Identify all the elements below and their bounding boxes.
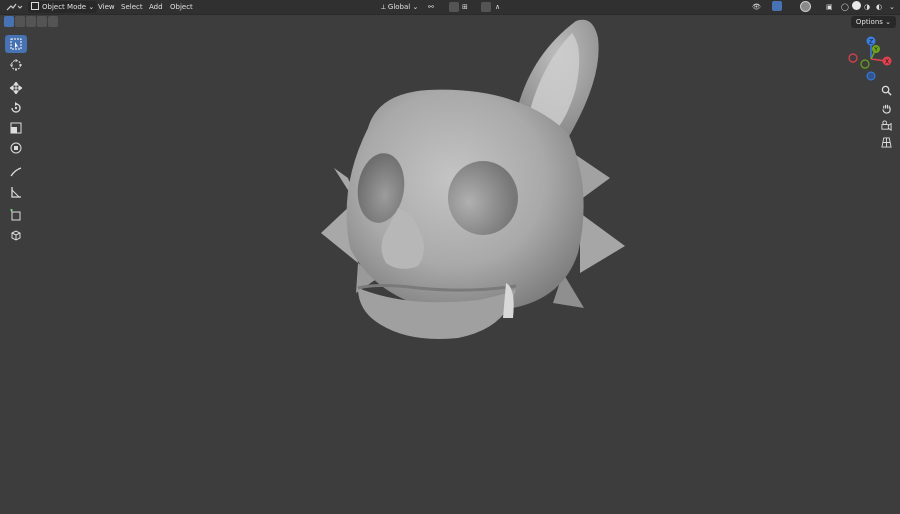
- shading-rendered-button[interactable]: ◐: [876, 1, 882, 13]
- orientation-dropdown[interactable]: ⟂ Global ⌄: [381, 1, 418, 13]
- zoom-icon: [881, 85, 892, 96]
- add-object-icon: [11, 230, 21, 241]
- eye-icon: 👁: [752, 3, 761, 11]
- axis-x-label: X: [885, 59, 889, 66]
- rotate-icon: [11, 102, 21, 113]
- shading-solid-button[interactable]: [852, 1, 861, 13]
- select-box-icon: [10, 38, 22, 50]
- chevron-down-icon: ⌄: [889, 3, 895, 11]
- options-label: Options: [855, 18, 883, 26]
- spike: [580, 213, 625, 273]
- tool-select-box[interactable]: [5, 35, 27, 53]
- link-icon: ⚯: [428, 3, 434, 11]
- shading-material-button[interactable]: ◑: [864, 1, 870, 13]
- zoom-button[interactable]: [877, 82, 895, 98]
- tool-cursor[interactable]: [5, 56, 27, 74]
- overlays-icon: [800, 1, 811, 12]
- add-cube-icon: [10, 209, 21, 221]
- solid-sphere-icon: [852, 1, 861, 10]
- transform-icon: [10, 142, 22, 154]
- tool-annotate[interactable]: [5, 163, 27, 181]
- material-sphere-icon: ◑: [864, 3, 871, 11]
- axis-neg-z-handle[interactable]: [866, 71, 876, 81]
- perspective-grid-icon: [880, 136, 892, 148]
- scale-icon: [10, 122, 22, 134]
- shading-wireframe-button[interactable]: ◯: [841, 1, 849, 13]
- pan-hand-icon: [881, 104, 891, 114]
- select-new-button[interactable]: [4, 16, 14, 27]
- xray-toggle[interactable]: ▣: [826, 1, 833, 13]
- tool-add-cube[interactable]: [5, 206, 27, 224]
- cursor-icon: [10, 59, 22, 71]
- perspective-toggle[interactable]: [877, 134, 895, 150]
- tool-rotate[interactable]: [5, 99, 27, 117]
- visibility-button[interactable]: 👁: [752, 1, 761, 13]
- axis-neg-x-handle[interactable]: [848, 53, 858, 63]
- falloff-icon: ∧: [495, 3, 501, 11]
- navigation-gizmo[interactable]: Z Y X: [846, 35, 896, 83]
- menu-object[interactable]: Object: [170, 1, 193, 13]
- tool-move[interactable]: [5, 79, 27, 97]
- camera-icon: [880, 119, 892, 131]
- select-intersect-button[interactable]: [48, 16, 58, 27]
- grid-icon: ⊞: [462, 3, 468, 11]
- orientation-label: Global: [387, 3, 411, 11]
- axis-y-label: Y: [873, 47, 878, 53]
- options-dropdown[interactable]: Options ⌄: [850, 16, 896, 28]
- overlays-toggle[interactable]: [800, 1, 811, 13]
- wireframe-sphere-icon: ◯: [841, 3, 849, 11]
- mode-dropdown[interactable]: Object Mode ⌄: [28, 1, 98, 13]
- snap-target-button[interactable]: ⊞: [462, 1, 468, 13]
- measure-icon: [11, 187, 21, 198]
- annotate-icon: [10, 167, 22, 177]
- chevron-down-icon: ⌄: [88, 3, 95, 11]
- mask-model[interactable]: [318, 18, 628, 348]
- tool-measure[interactable]: [5, 183, 27, 201]
- pan-button[interactable]: [877, 100, 895, 116]
- tool-add-object[interactable]: [5, 226, 27, 244]
- tool-transform[interactable]: [5, 139, 27, 157]
- proportional-edit-toggle[interactable]: [481, 2, 491, 12]
- gizmo-icon: [772, 1, 782, 11]
- tool-scale[interactable]: [5, 119, 27, 137]
- selection-mode-group: [4, 16, 58, 28]
- orientation-icon: ⟂: [381, 3, 386, 11]
- camera-view-button[interactable]: [877, 117, 895, 133]
- menu-select[interactable]: Select: [121, 1, 143, 13]
- select-subtract-button[interactable]: [26, 16, 36, 27]
- mode-label: Object Mode: [42, 3, 87, 11]
- editor-type-button[interactable]: [5, 1, 23, 13]
- chevron-down-icon: ⌄: [412, 3, 419, 11]
- shading-options-button[interactable]: ⌄: [889, 1, 895, 13]
- select-extend-button[interactable]: [15, 16, 25, 27]
- axis-z-label: Z: [869, 39, 873, 46]
- falloff-button[interactable]: ∧: [495, 1, 500, 13]
- pivot-button[interactable]: ⚯: [428, 1, 434, 13]
- gizmo-toggle[interactable]: [772, 1, 782, 13]
- eye-hole-right: [448, 161, 518, 235]
- object-mode-icon: [31, 2, 39, 10]
- select-invert-button[interactable]: [37, 16, 47, 27]
- editor-type-icon: [6, 3, 23, 11]
- viewport-header: Object Mode ⌄ View Select Add Object ⟂ G…: [0, 0, 900, 15]
- xray-icon: ▣: [826, 3, 833, 11]
- menu-view[interactable]: View: [98, 1, 115, 13]
- rendered-sphere-icon: ◐: [876, 3, 883, 11]
- snap-toggle[interactable]: [449, 2, 459, 12]
- move-icon: [10, 82, 22, 94]
- axis-neg-y-handle[interactable]: [860, 59, 870, 69]
- menu-add[interactable]: Add: [149, 1, 163, 13]
